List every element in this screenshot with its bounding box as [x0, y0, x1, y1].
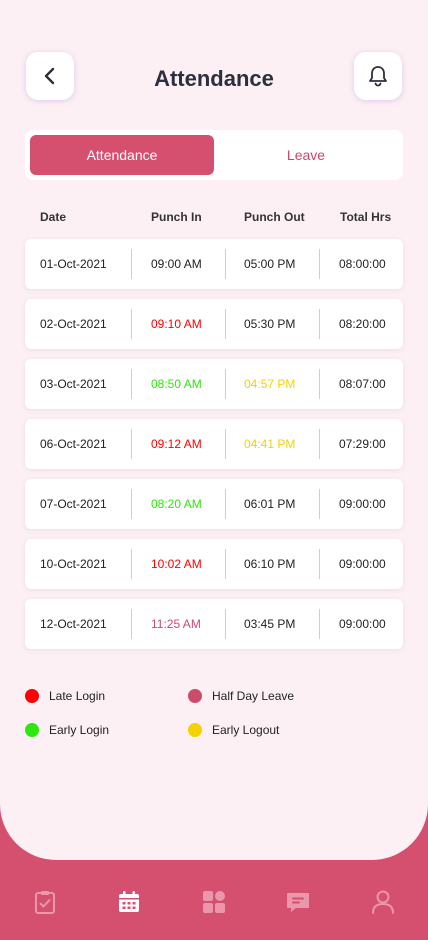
legend-late-login: Late Login	[25, 688, 105, 704]
column-divider	[225, 609, 226, 639]
punch-out-cell: 06:10 PM	[244, 557, 296, 571]
column-divider	[319, 609, 320, 639]
total-hours-cell: 09:00:00	[339, 557, 386, 571]
column-divider	[319, 249, 320, 279]
column-divider	[131, 249, 132, 279]
nav-messages[interactable]	[278, 882, 318, 922]
date-cell: 03-Oct-2021	[40, 377, 107, 391]
column-header-punch-in: Punch In	[151, 210, 202, 224]
total-hours-cell: 08:07:00	[339, 377, 386, 391]
tab-attendance[interactable]: Attendance	[30, 135, 214, 175]
column-divider	[131, 429, 132, 459]
table-row[interactable]: 01-Oct-2021 09:00 AM 05:00 PM 08:00:00	[25, 239, 403, 289]
total-hours-cell: 07:29:00	[339, 437, 386, 451]
column-divider	[319, 309, 320, 339]
total-hours-cell: 09:00:00	[339, 497, 386, 511]
date-cell: 06-Oct-2021	[40, 437, 107, 451]
column-divider	[225, 369, 226, 399]
date-cell: 10-Oct-2021	[40, 557, 107, 571]
punch-out-cell: 04:57 PM	[244, 377, 296, 391]
legend-early-login: Early Login	[25, 722, 109, 738]
column-divider	[225, 489, 226, 519]
legend-dot	[188, 689, 202, 703]
table-row[interactable]: 06-Oct-2021 09:12 AM 04:41 PM 07:29:00	[25, 419, 403, 469]
clipboard-check-icon	[35, 891, 55, 914]
nav-profile[interactable]	[363, 882, 403, 922]
punch-in-cell: 09:00 AM	[151, 257, 202, 271]
date-cell: 01-Oct-2021	[40, 257, 107, 271]
legend-label: Early Login	[49, 723, 110, 737]
column-divider	[319, 369, 320, 399]
table-row[interactable]: 07-Oct-2021 08:20 AM 06:01 PM 09:00:00	[25, 479, 403, 529]
column-header-punch-out: Punch Out	[244, 210, 305, 224]
date-cell: 07-Oct-2021	[40, 497, 107, 511]
column-divider	[131, 549, 132, 579]
column-divider	[225, 309, 226, 339]
legend-label: Late Login	[49, 689, 106, 703]
column-divider	[225, 249, 226, 279]
nav-dashboard[interactable]	[194, 882, 234, 922]
segment-tabs: Attendance Leave	[25, 130, 403, 180]
column-header-total-hrs: Total Hrs	[340, 210, 392, 224]
legend-half-day-leave: Half Day Leave	[188, 688, 294, 704]
column-divider	[131, 309, 132, 339]
notifications-button[interactable]	[354, 52, 402, 100]
legend-label: Early Logout	[212, 723, 280, 737]
nav-calendar[interactable]	[109, 882, 149, 922]
punch-in-cell: 08:20 AM	[151, 497, 202, 511]
punch-out-cell: 04:41 PM	[244, 437, 296, 451]
column-divider	[131, 369, 132, 399]
column-header-date: Date	[40, 210, 67, 224]
column-divider	[319, 489, 320, 519]
nav-tasks[interactable]	[25, 882, 65, 922]
column-divider	[225, 429, 226, 459]
punch-in-cell: 10:02 AM	[151, 557, 202, 571]
punch-out-cell: 03:45 PM	[244, 617, 296, 631]
table-row[interactable]: 10-Oct-2021 10:02 AM 06:10 PM 09:00:00	[25, 539, 403, 589]
total-hours-cell: 08:20:00	[339, 317, 386, 331]
legend-early-logout: Early Logout	[188, 722, 279, 738]
calendar-icon	[119, 891, 139, 912]
table-row[interactable]: 02-Oct-2021 09:10 AM 05:30 PM 08:20:00	[25, 299, 403, 349]
table-row[interactable]: 12-Oct-2021 11:25 AM 03:45 PM 09:00:00	[25, 599, 403, 649]
punch-in-cell: 11:25 AM	[151, 617, 201, 631]
column-divider	[225, 549, 226, 579]
column-divider	[131, 489, 132, 519]
user-icon	[372, 890, 394, 914]
legend-label: Half Day Leave	[212, 689, 295, 703]
punch-in-cell: 08:50 AM	[151, 377, 202, 391]
table-row[interactable]: 03-Oct-2021 08:50 AM 04:57 PM 08:07:00	[25, 359, 403, 409]
date-cell: 12-Oct-2021	[40, 617, 107, 631]
column-divider	[319, 549, 320, 579]
legend-dot	[25, 689, 39, 703]
punch-in-cell: 09:10 AM	[151, 317, 202, 331]
chat-icon	[287, 893, 309, 912]
punch-out-cell: 05:30 PM	[244, 317, 296, 331]
punch-in-cell: 09:12 AM	[151, 437, 202, 451]
app-screen: Attendance Attendance Leave Date Punch I…	[0, 0, 428, 860]
punch-out-cell: 05:00 PM	[244, 257, 296, 271]
punch-out-cell: 06:01 PM	[244, 497, 296, 511]
column-divider	[131, 609, 132, 639]
tab-leave[interactable]: Leave	[214, 135, 398, 175]
total-hours-cell: 08:00:00	[339, 257, 386, 271]
dashboard-grid-icon	[203, 891, 225, 913]
bell-icon	[369, 66, 387, 87]
column-divider	[319, 429, 320, 459]
date-cell: 02-Oct-2021	[40, 317, 107, 331]
legend-dot	[188, 723, 202, 737]
total-hours-cell: 09:00:00	[339, 617, 386, 631]
legend-dot	[25, 723, 39, 737]
